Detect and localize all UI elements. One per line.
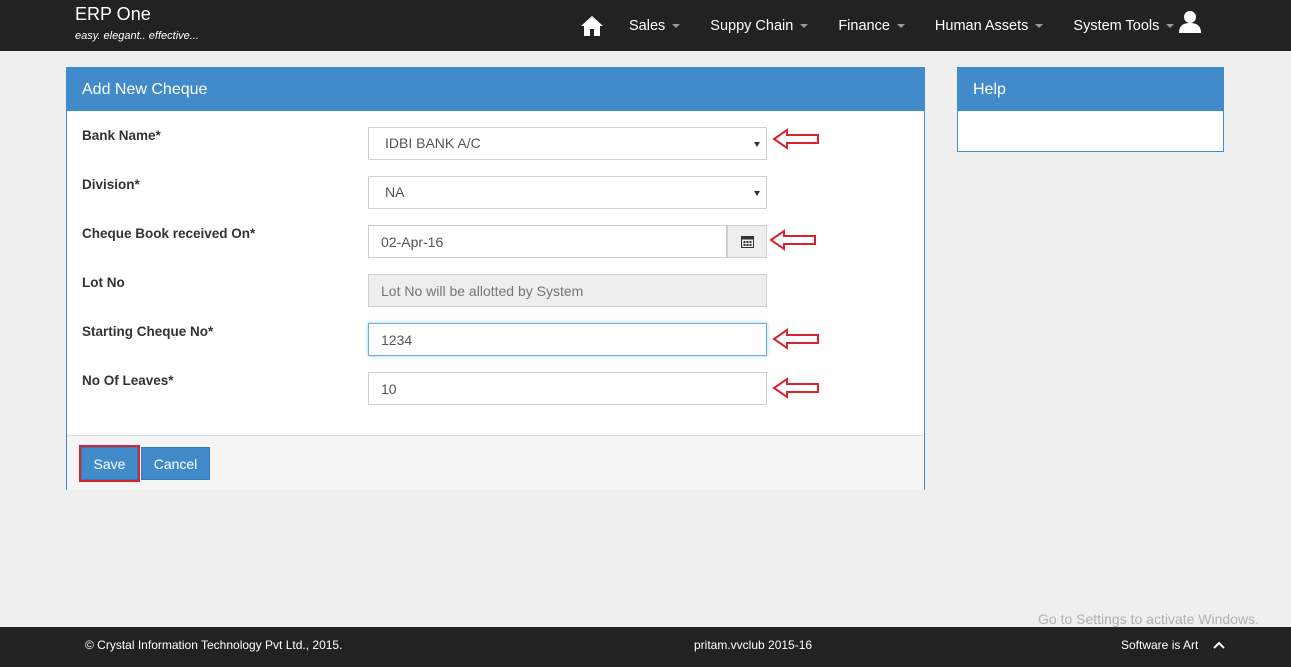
copyright-text: © Crystal Information Technology Pvt Ltd… — [85, 638, 343, 652]
starting-cheque-input[interactable] — [368, 323, 767, 356]
save-button[interactable]: Save — [79, 445, 140, 482]
annotation-arrow-icon — [772, 328, 819, 350]
nav-sales[interactable]: Sales — [629, 17, 681, 34]
chevron-down-icon — [800, 23, 809, 28]
nav-finance-label: Finance — [838, 17, 890, 34]
division-value: NA — [385, 184, 405, 200]
dropdown-caret-icon — [754, 142, 760, 147]
panel-title: Add New Cheque — [67, 68, 924, 111]
bank-name-label: Bank Name* — [82, 128, 161, 143]
panel-footer: Save Cancel — [67, 435, 924, 490]
main-nav: Sales Suppy Chain Finance Human Assets S… — [579, 0, 1204, 51]
cancel-button[interactable]: Cancel — [141, 447, 210, 480]
help-title: Help — [958, 68, 1223, 111]
nav-system-tools-label: System Tools — [1073, 17, 1160, 34]
no-of-leaves-input[interactable] — [368, 372, 767, 405]
app-tagline: easy. elegant.. effective... — [75, 30, 199, 42]
calendar-icon[interactable] — [727, 225, 767, 258]
top-navbar: ERP One easy. elegant.. effective... Sal… — [0, 0, 1291, 51]
chevron-up-icon[interactable] — [1212, 639, 1226, 651]
nav-supply-chain-label: Suppy Chain — [710, 17, 794, 34]
annotation-arrow-icon — [772, 377, 819, 399]
home-icon[interactable] — [579, 13, 605, 39]
bank-name-value: IDBI BANK A/C — [385, 135, 481, 151]
chevron-down-icon — [896, 23, 905, 28]
footer-tagline: Software is Art — [1121, 638, 1199, 652]
bank-name-select[interactable]: IDBI BANK A/C — [368, 127, 767, 160]
chevron-down-icon — [672, 23, 681, 28]
nav-system-tools[interactable]: System Tools — [1073, 17, 1175, 34]
nav-human-assets[interactable]: Human Assets — [935, 18, 1044, 34]
annotation-arrow-icon — [769, 229, 816, 251]
no-of-leaves-label: No Of Leaves* — [82, 373, 174, 388]
annotation-arrow-icon — [772, 128, 819, 150]
nav-human-assets-label: Human Assets — [934, 17, 1029, 34]
app-title: ERP One — [75, 4, 151, 24]
starting-cheque-label: Starting Cheque No* — [82, 324, 214, 339]
activation-watermark: Go to Settings to activate Windows. — [1038, 611, 1259, 627]
nav-supply-chain[interactable]: Suppy Chain — [710, 17, 809, 34]
received-on-input[interactable] — [368, 225, 727, 258]
division-select[interactable]: NA — [368, 176, 767, 209]
lot-no-label: Lot No — [82, 275, 125, 290]
lot-no-input — [368, 274, 767, 307]
nav-sales-label: Sales — [629, 17, 666, 34]
page-footer: © Crystal Information Technology Pvt Ltd… — [0, 627, 1291, 667]
brand[interactable]: ERP One easy. elegant.. effective... — [75, 4, 199, 42]
chevron-down-icon — [1166, 23, 1175, 28]
received-on-label: Cheque Book received On* — [82, 226, 256, 241]
division-label: Division* — [82, 177, 140, 192]
session-info: pritam.vvclub 2015-16 — [694, 638, 813, 652]
add-cheque-panel: Add New Cheque Bank Name* IDBI BANK A/C … — [66, 67, 925, 490]
nav-finance[interactable]: Finance — [838, 18, 905, 34]
dropdown-caret-icon — [754, 191, 760, 196]
help-panel: Help — [957, 67, 1224, 152]
chevron-down-icon — [1035, 23, 1044, 28]
user-icon[interactable] — [1178, 10, 1202, 34]
